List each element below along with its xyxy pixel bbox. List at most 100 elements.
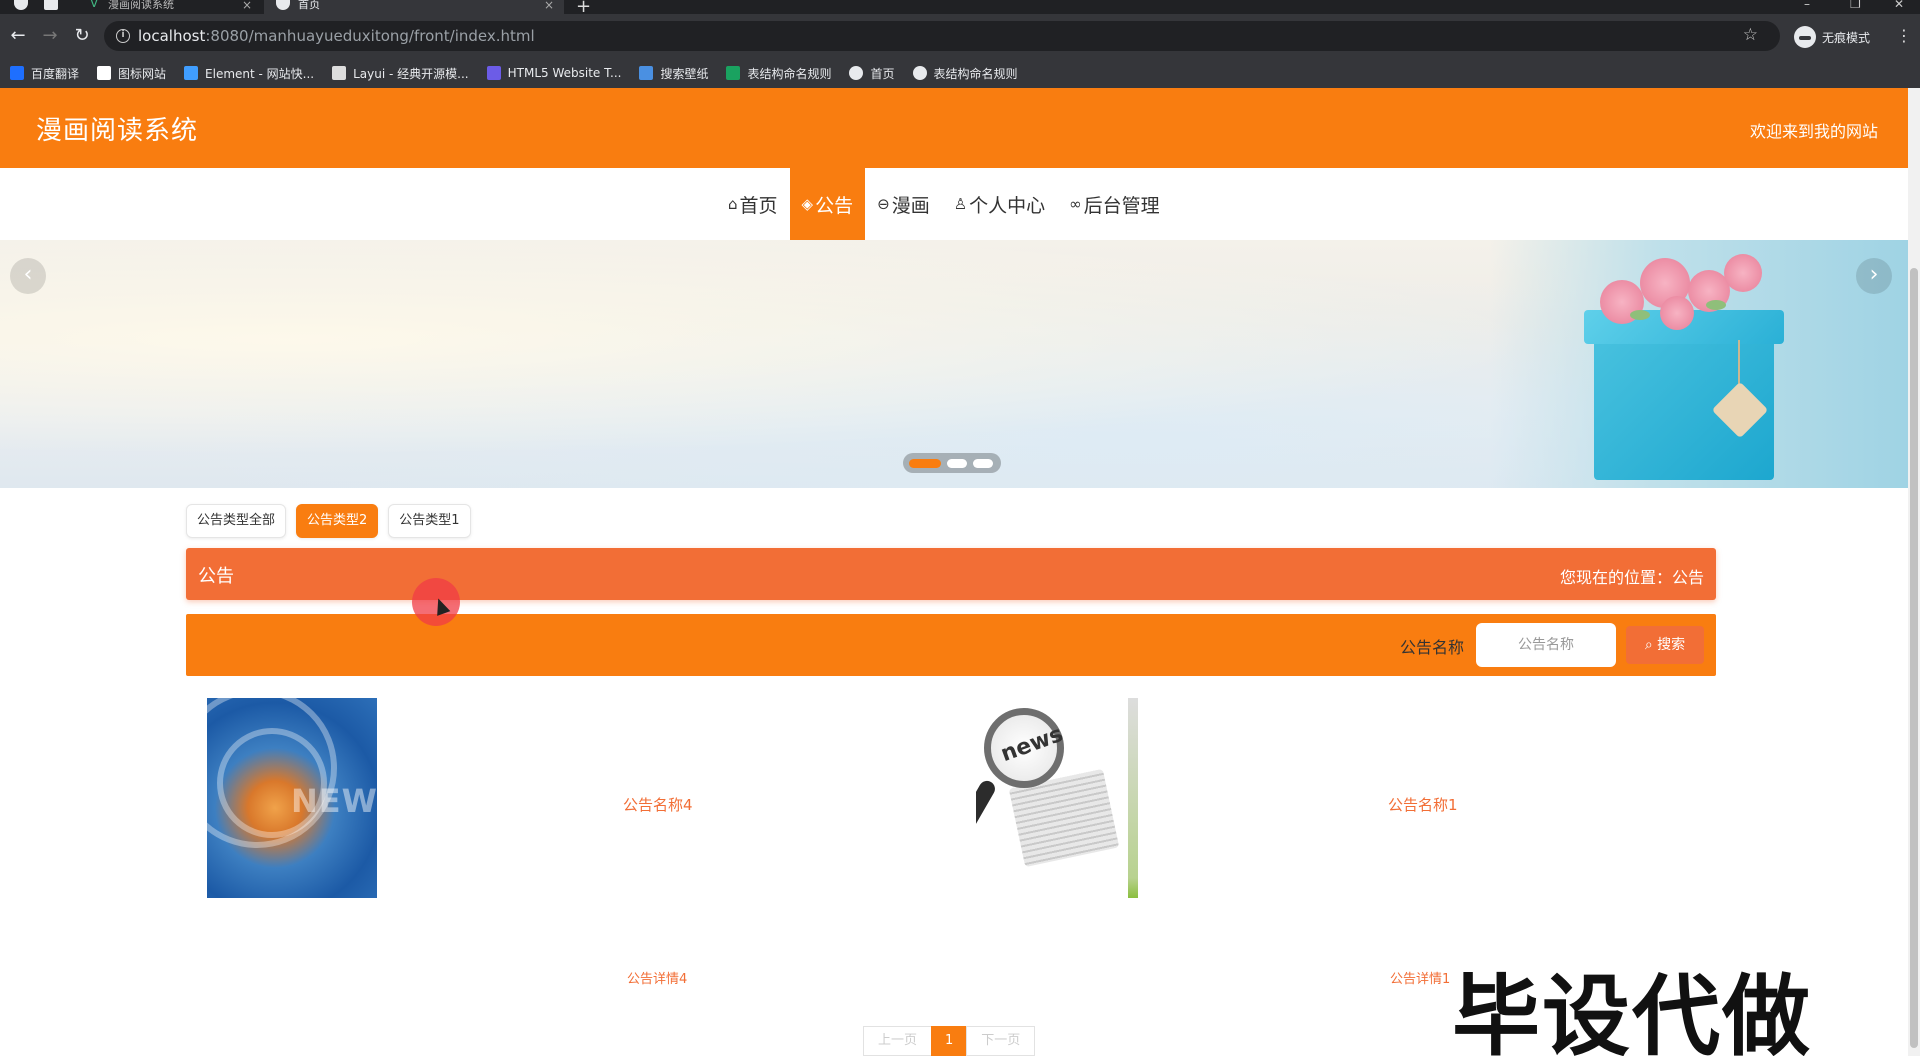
bookmark-item[interactable]: HTML5 Website T... [486,66,622,80]
info-icon[interactable]: i [116,29,130,43]
reload-icon[interactable]: ↻ [70,24,94,48]
scrollbar-thumb[interactable] [1910,268,1918,1048]
bookmark-item[interactable]: 首页 [849,65,895,82]
nav-item-label: 公告 [815,194,854,217]
nav-item[interactable]: ∞ 后台管理 [1057,168,1172,240]
close-window-icon[interactable]: ✕ [1894,0,1904,11]
card-detail[interactable]: 公告详情4 [627,968,687,987]
globe-icon [276,0,290,10]
wallpaper-icon [639,66,654,80]
incognito-indicator[interactable]: 无痕模式 [1794,23,1870,51]
url-text[interactable]: localhost:8080/manhuayueduxitong/front/i… [138,27,535,45]
incognito-icon [1794,26,1816,48]
bookmark-item[interactable]: 表结构命名规则 [726,65,831,82]
nav-item[interactable]: ⌂ 首页 [716,168,790,240]
carousel-prev-icon[interactable]: ‹ [10,258,46,294]
card-title[interactable]: 公告名称4 [623,794,693,815]
nav-item[interactable]: ⊖ 漫画 [865,168,942,240]
bookmark-label: 搜索壁纸 [660,66,709,81]
forward-arrow-icon[interactable]: → [38,24,62,48]
main-nav: ⌂ 首页 ◈ 公告 ⊖ 漫画 ♙ 个人中心 ∞ 后台管理 [0,168,1908,240]
bookmark-item[interactable]: 表结构命名规则 [912,65,1018,82]
site-title[interactable]: 漫画阅读系统 [36,110,198,147]
flower-image [1724,254,1762,292]
browser-tab-strip: V 漫画阅读系统 × 首页 × + – ❐ ✕ [0,0,1920,17]
home-icon: ⌂ [728,195,738,213]
carousel-dot[interactable] [973,458,993,468]
image-word-art: NEWS [291,782,377,820]
incognito-label: 无痕模式 [1822,30,1871,45]
notice-card[interactable]: NEWS 公告名称4 公告详情4 [207,698,807,987]
carousel-indicators [903,453,1001,473]
page-scrollbar[interactable] [1908,88,1920,1056]
banner-carousel[interactable]: ‹ › [0,240,1908,488]
minimize-icon[interactable]: – [1804,0,1810,11]
bookmark-label: HTML5 Website T... [507,66,622,80]
carousel-next-icon[interactable]: › [1856,258,1892,294]
bookmark-item[interactable]: 百度翻译 [10,65,79,82]
section-title: 公告 [198,566,234,587]
browser-tab[interactable]: V 漫画阅读系统 × [74,0,262,14]
nav-item-label: 首页 [739,194,778,217]
prev-page-button[interactable]: 上一页 [863,1026,933,1056]
search-input[interactable] [1476,623,1616,667]
bookmark-label: 表结构命名规则 [933,66,1018,81]
window-icon[interactable] [44,0,58,10]
bookmarks-bar: 百度翻译 图标网站 Element - 网站快... Layui - 经典开源模...… [0,58,1920,88]
bookmark-label: 表结构命名规则 [747,66,832,81]
carousel-dot[interactable] [909,458,941,468]
notice-card[interactable]: news 公告名称1 公告详情1 [976,698,1576,987]
nav-item-label: 漫画 [891,194,930,217]
carousel-dot[interactable] [947,458,967,468]
close-tab-icon[interactable]: × [242,0,252,11]
close-tab-icon[interactable]: × [544,0,554,11]
filter-button[interactable]: 公告类型全部 [186,504,287,538]
bookmark-item[interactable]: Layui - 经典开源模... [332,65,469,82]
nav-item[interactable]: ◈ 公告 [789,168,866,240]
bookmark-label: 图标网站 [118,66,167,81]
globe-icon [912,66,927,80]
breadcrumb: 您现在的位置：公告 [1559,568,1704,587]
filter-button[interactable]: 公告类型2 [296,504,379,538]
bookmark-item[interactable]: 图标网站 [97,65,166,82]
search-label: 公告名称 [1400,638,1465,657]
bookmark-label: Element - 网站快... [205,66,315,81]
bookmark-item[interactable]: 搜索壁纸 [639,65,708,82]
back-arrow-icon[interactable]: ← [6,24,30,48]
chrome-icon[interactable] [14,0,28,10]
user-icon: ♙ [953,195,968,213]
card-title[interactable]: 公告名称1 [1388,794,1458,815]
filter-button[interactable]: 公告类型1 [388,504,471,538]
page-number-button[interactable]: 1 [931,1026,968,1056]
magnifier-newspaper-image[interactable]: news [976,698,1140,898]
watermark-text: 毕设代做 [1452,965,1813,1056]
restore-icon[interactable]: ❐ [1850,0,1861,11]
nav-item[interactable]: ♙ 个人中心 [942,168,1057,240]
bookmark-label: 首页 [870,66,895,81]
next-page-button[interactable]: 下一页 [966,1026,1036,1056]
sheet-icon [726,66,741,80]
vue-icon: V [90,0,99,10]
html5-icon [486,66,501,80]
nav-item-label: 个人中心 [969,194,1046,217]
news-globe-image[interactable]: NEWS [207,698,377,898]
card-detail[interactable]: 公告详情1 [1390,968,1450,987]
address-toolbar: ← → ↻ i localhost:8080/manhuayueduxitong… [0,14,1920,62]
kebab-menu-icon[interactable]: ⋮ [1896,24,1912,48]
element-icon [184,66,199,80]
search-bar: 公告名称 ⌕ 搜索 [186,614,1716,676]
browser-tab-active[interactable]: 首页 × [264,0,564,14]
nav-item-label: 后台管理 [1083,194,1160,217]
bookmark-item[interactable]: Element - 网站快... [184,65,314,82]
leaf-image [1630,310,1650,320]
flag-icon [97,66,112,80]
tab-title: 漫画阅读系统 [108,0,174,11]
omnibox[interactable]: i localhost:8080/manhuayueduxitong/front… [104,21,1780,51]
search-button[interactable]: ⌕ 搜索 [1626,626,1704,664]
welcome-text: 欢迎来到我的网站 [1749,122,1878,141]
site-header: 漫画阅读系统 欢迎来到我的网站 [0,88,1908,168]
bookmark-label: 百度翻译 [31,66,80,81]
leaf-image [1706,300,1726,310]
type-filters: 公告类型全部 公告类型2 公告类型1 [186,504,481,538]
bookmark-star-icon[interactable]: ☆ [1743,25,1758,45]
